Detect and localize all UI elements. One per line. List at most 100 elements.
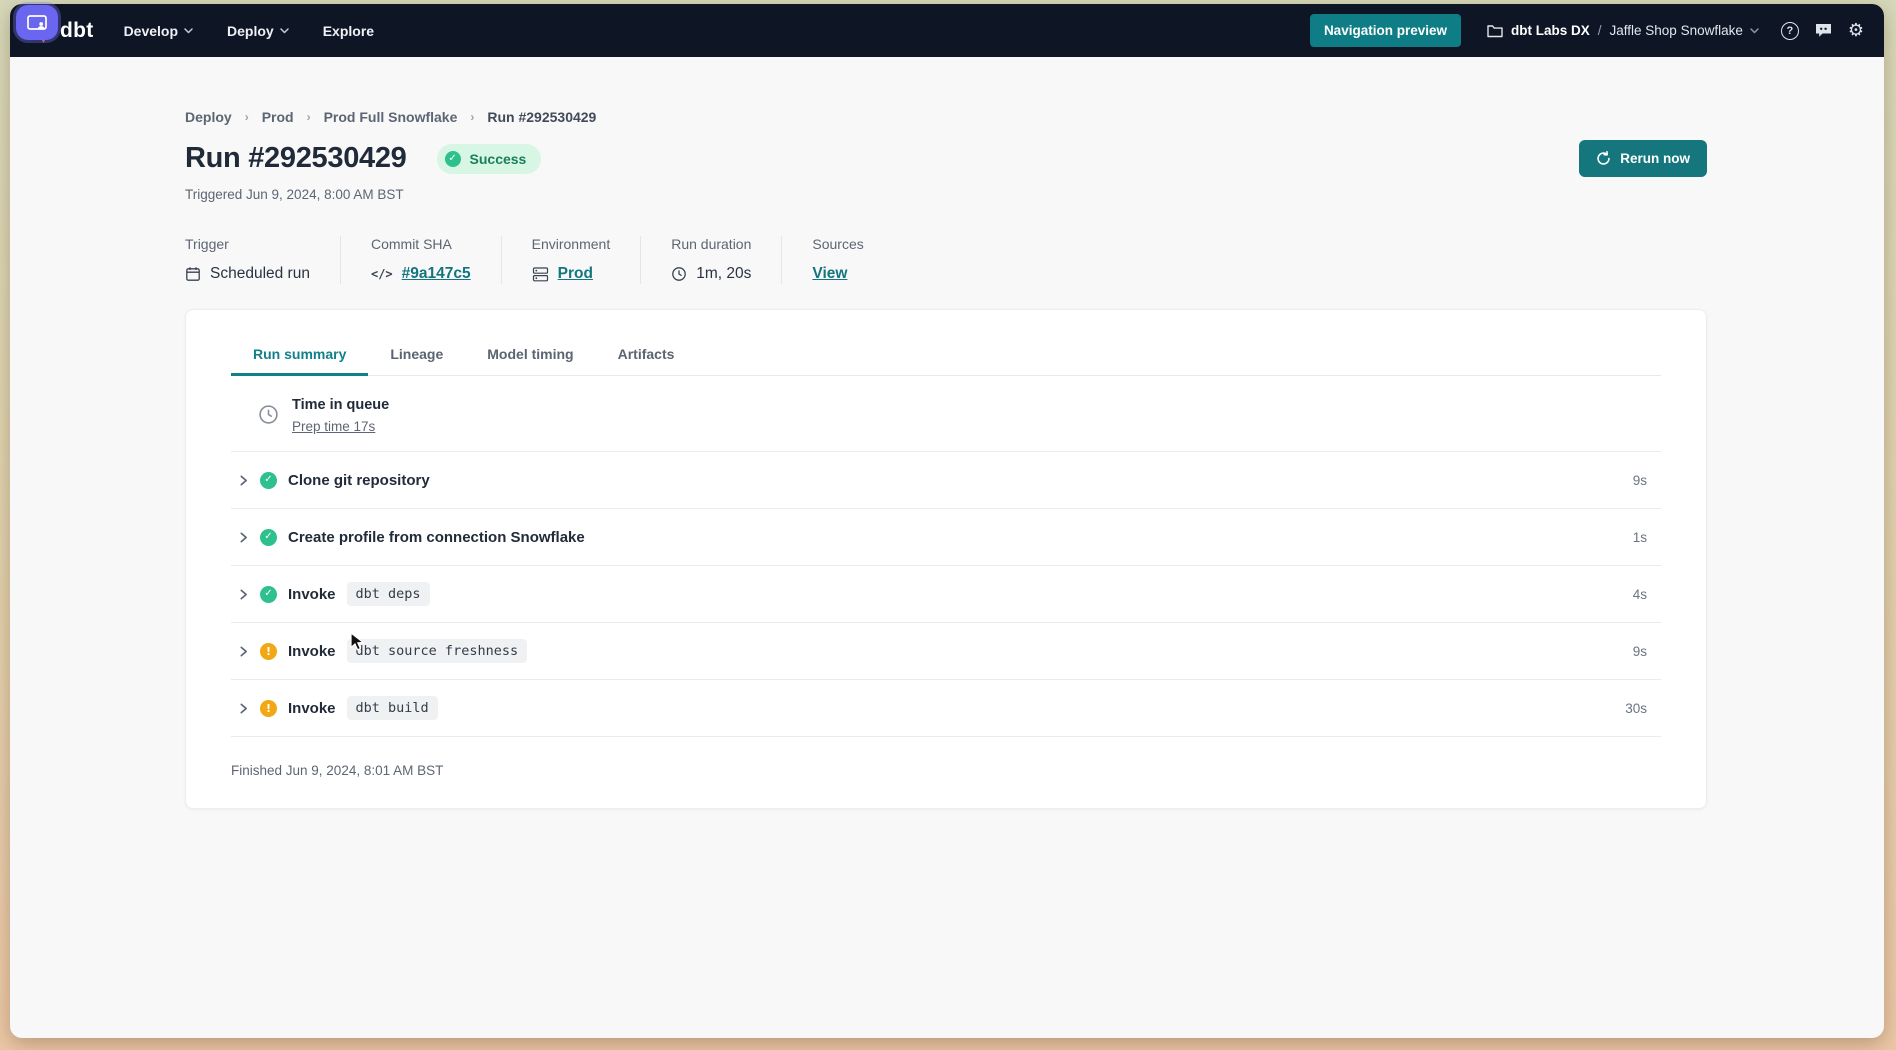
meta-column: Environment Prod (532, 236, 642, 284)
tab[interactable]: Artifacts (596, 346, 697, 376)
database-icon (532, 266, 549, 283)
meta-column: Commit SHA </> #9a147c5 (371, 236, 502, 284)
workspace-separator: / (1598, 23, 1602, 38)
step-duration: 1s (1633, 530, 1647, 545)
workspace-switcher[interactable]: dbt Labs DX / Jaffle Shop Snowflake (1487, 23, 1759, 38)
app-window: dbt Develop Deploy Explore Navigat (10, 4, 1884, 1038)
step-command: dbt source freshness (347, 639, 528, 663)
run-steps-list: Clone git repository 9s Create profile f… (231, 452, 1661, 737)
meta-column: Run duration 1m, 20s (671, 236, 782, 284)
navigation-preview-button[interactable]: Navigation preview (1310, 14, 1461, 47)
screen-share-icon (26, 14, 48, 32)
chevron-right-icon[interactable] (238, 589, 252, 600)
breadcrumb-item[interactable]: Deploy (185, 109, 232, 125)
meta-column: Sources View (812, 236, 893, 284)
step-duration: 9s (1633, 644, 1647, 659)
run-step-row[interactable]: Invoke dbt source freshness 9s (231, 623, 1661, 680)
page-body: Deploy › Prod › Prod Full Snowflake › (10, 57, 1884, 1038)
step-duration: 9s (1633, 473, 1647, 488)
meta-value: Scheduled run (210, 265, 310, 283)
step-label: Invoke (288, 700, 336, 717)
run-step-row[interactable]: Invoke dbt deps 4s (231, 566, 1661, 623)
meta-label: Environment (532, 236, 611, 252)
meta-label: Run duration (671, 236, 751, 252)
prep-time-link[interactable]: Prep time 17s (292, 419, 375, 434)
refresh-icon (1596, 151, 1611, 166)
nav-menu-item-label: Develop (124, 23, 178, 39)
step-label: Create profile from connection Snowflake (288, 529, 585, 546)
tab[interactable]: Lineage (368, 346, 465, 376)
run-step-row[interactable]: Create profile from connection Snowflake… (231, 509, 1661, 566)
chevron-right-icon[interactable] (238, 532, 252, 543)
nav-menu-item-label: Deploy (227, 23, 274, 39)
page-title: Run #292530429 (185, 142, 407, 175)
nav-menu: Develop Deploy Explore (124, 23, 375, 39)
meta-column: Trigger Scheduled run (185, 236, 341, 284)
account-name: dbt Labs DX (1511, 23, 1590, 38)
chevron-right-icon[interactable] (238, 475, 252, 486)
nav-menu-item-label: Explore (323, 23, 374, 39)
tab[interactable]: Model timing (465, 346, 595, 376)
step-label: Clone git repository (288, 472, 430, 489)
step-status-icon (260, 529, 277, 546)
chevron-down-icon (1750, 28, 1759, 34)
clock-icon (671, 266, 687, 282)
finished-timestamp: Finished Jun 9, 2024, 8:01 AM BST (231, 737, 1661, 808)
meta-value-link[interactable]: View (812, 265, 847, 283)
tab[interactable]: Run summary (231, 346, 368, 376)
status-badge: Success (437, 144, 542, 174)
nav-icon-group: ? ⚙ (1781, 22, 1864, 40)
step-label: Invoke (288, 586, 336, 603)
nav-menu-item[interactable]: Explore (323, 23, 374, 39)
step-command: dbt build (347, 696, 438, 720)
settings-gear-icon[interactable]: ⚙ (1848, 22, 1864, 40)
nav-menu-item[interactable]: Develop (124, 23, 193, 39)
meta-label: Trigger (185, 236, 310, 252)
run-step-row[interactable]: Clone git repository 9s (231, 452, 1661, 509)
code-icon: </> (371, 267, 393, 281)
step-command: dbt deps (347, 582, 430, 606)
chevron-down-icon (280, 28, 289, 34)
meta-label: Sources (812, 236, 863, 252)
step-status-icon (260, 586, 277, 603)
meta-label: Commit SHA (371, 236, 471, 252)
run-summary-card: Run summary Lineage Model timing Artifac… (185, 309, 1707, 809)
breadcrumb-separator-icon: › (470, 110, 474, 124)
meta-value-link[interactable]: #9a147c5 (402, 265, 471, 283)
success-check-icon (445, 151, 461, 167)
time-in-queue-row: Time in queue Prep time 17s (231, 376, 1661, 452)
step-label: Invoke (288, 643, 336, 660)
dbt-logo-text: dbt (60, 19, 94, 43)
rerun-now-button[interactable]: Rerun now (1579, 140, 1707, 177)
folder-icon (1487, 24, 1503, 38)
chevron-right-icon[interactable] (238, 646, 252, 657)
calendar-icon (185, 266, 201, 282)
breadcrumb-item[interactable]: Run #292530429 (487, 109, 596, 125)
project-name: Jaffle Shop Snowflake (1610, 23, 1743, 38)
chevron-right-icon[interactable] (238, 703, 252, 714)
meta-value: 1m, 20s (696, 265, 751, 283)
nav-menu-item[interactable]: Deploy (227, 23, 289, 39)
breadcrumb-item[interactable]: Prod (262, 109, 294, 125)
step-duration: 4s (1633, 587, 1647, 602)
breadcrumb-item[interactable]: Prod Full Snowflake (324, 109, 458, 125)
breadcrumb: Deploy › Prod › Prod Full Snowflake › (185, 57, 1712, 125)
feedback-icon[interactable] (1814, 22, 1833, 39)
time-in-queue-title: Time in queue (292, 397, 389, 413)
breadcrumb-separator-icon: › (245, 110, 249, 124)
extension-overlay-badge[interactable] (16, 5, 58, 40)
tab-bar: Run summary Lineage Model timing Artifac… (231, 310, 1661, 376)
run-meta-row: Trigger Scheduled run (185, 236, 1712, 284)
rerun-now-label: Rerun now (1620, 151, 1690, 166)
help-icon[interactable]: ? (1781, 22, 1799, 40)
triggered-timestamp: Triggered Jun 9, 2024, 8:00 AM BST (185, 187, 1712, 202)
step-status-icon (260, 472, 277, 489)
top-nav: dbt Develop Deploy Explore Navigat (10, 4, 1884, 57)
meta-value-link[interactable]: Prod (558, 265, 593, 283)
breadcrumb-separator-icon: › (307, 110, 311, 124)
chevron-down-icon (184, 28, 193, 34)
run-step-row[interactable]: Invoke dbt build 30s (231, 680, 1661, 737)
status-badge-label: Success (470, 151, 527, 167)
step-status-icon (260, 643, 277, 660)
clock-icon (258, 404, 279, 425)
